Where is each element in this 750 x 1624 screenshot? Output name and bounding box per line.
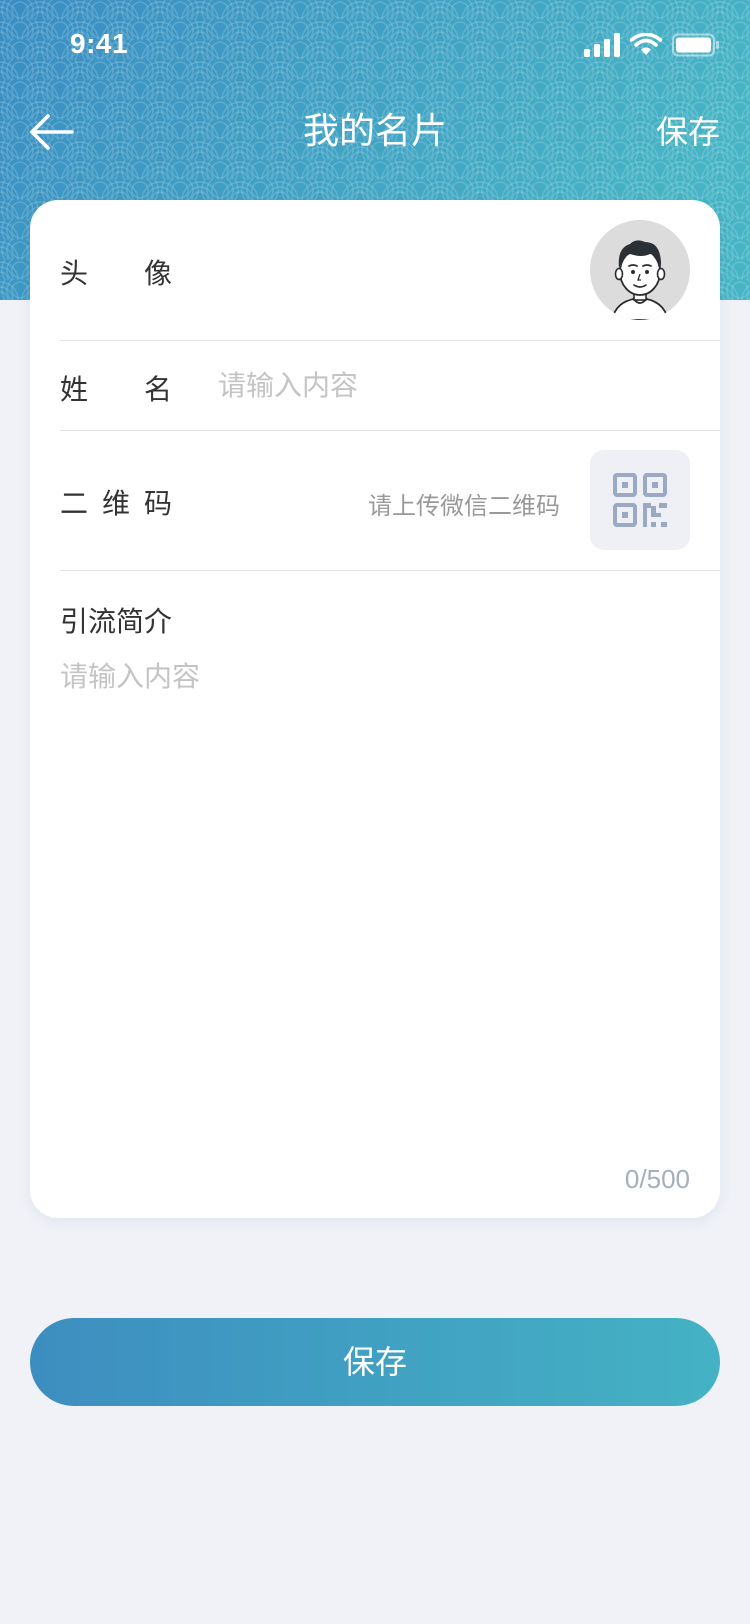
name-row: 姓 名	[60, 340, 720, 431]
battery-icon	[672, 33, 719, 57]
name-input[interactable]	[218, 360, 698, 410]
save-button[interactable]: 保存	[30, 1318, 720, 1406]
signal-icon	[584, 33, 620, 57]
avatar-row[interactable]: 头 像	[60, 200, 720, 341]
qrcode-icon	[613, 473, 667, 527]
business-card-form: 头 像 姓 名 请输入内容 二 维 码 请上传微信二维码 引流简介 请输入内容 …	[30, 200, 720, 1218]
intro-char-counter: 0/500	[624, 1164, 690, 1194]
name-label: 姓 名	[60, 373, 172, 406]
avatar[interactable]	[590, 220, 690, 320]
avatar-cartoon-icon	[590, 220, 690, 320]
status-time: 9:41	[70, 28, 129, 59]
status-icons	[584, 32, 720, 58]
header-save-button[interactable]: 保存	[656, 108, 720, 156]
qrcode-upload-hint: 请上传微信二维码	[368, 492, 560, 520]
wifi-icon	[630, 33, 662, 55]
avatar-label: 头 像	[60, 257, 172, 290]
intro-textarea[interactable]	[60, 655, 690, 1095]
page-title: 我的名片	[302, 111, 447, 152]
qrcode-label: 二 维 码	[60, 487, 172, 520]
qrcode-row[interactable]: 二 维 码 请上传微信二维码	[60, 430, 720, 571]
intro-label: 引流简介	[60, 605, 173, 638]
qrcode-upload-button[interactable]	[590, 450, 690, 550]
